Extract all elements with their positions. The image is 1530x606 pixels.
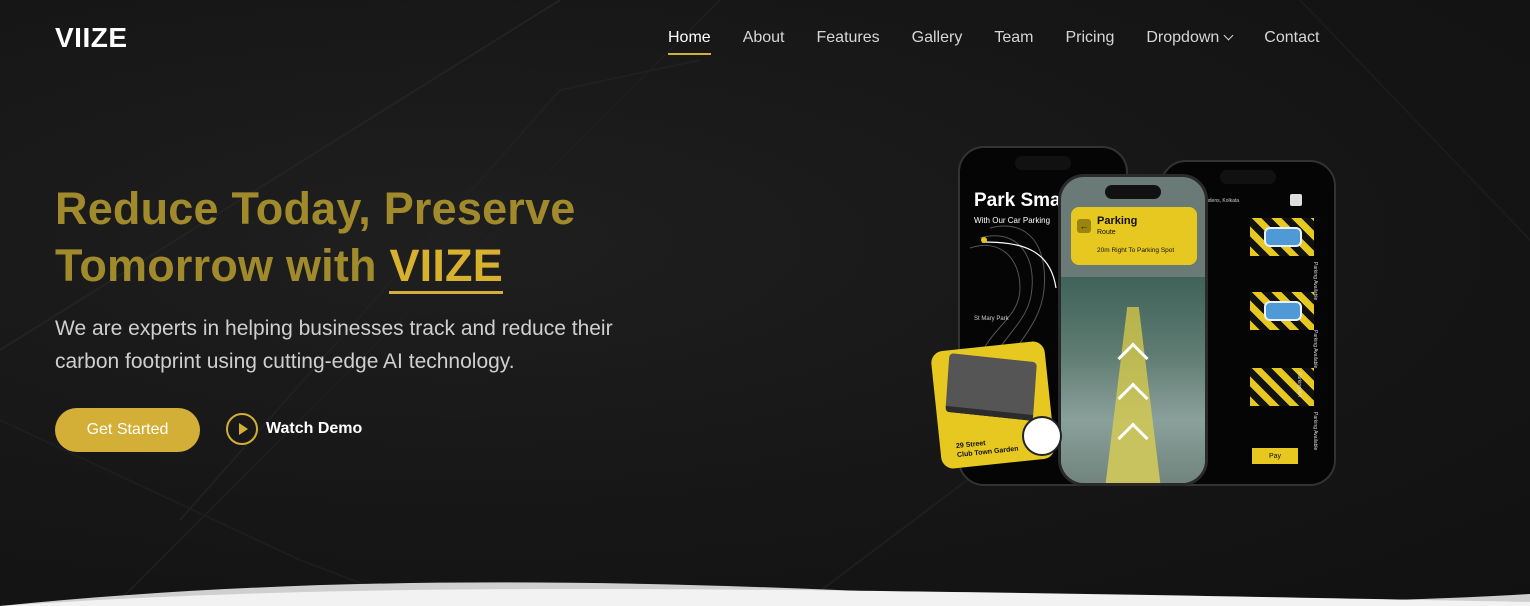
site-logo[interactable]: VIIZE bbox=[55, 22, 128, 54]
phone-notch bbox=[1105, 185, 1161, 199]
hero-subtext: We are experts in helping businesses tra… bbox=[55, 317, 613, 373]
slot-label: Parking Available bbox=[1312, 412, 1318, 451]
watch-demo-label: Watch Demo bbox=[266, 420, 363, 437]
slot-label: Parking Available bbox=[1312, 330, 1318, 369]
nav-item-pricing[interactable]: Pricing bbox=[1065, 29, 1114, 47]
nav-item-team[interactable]: Team bbox=[994, 29, 1033, 47]
lock-icon bbox=[1290, 194, 1302, 206]
car-icon bbox=[1264, 227, 1302, 247]
route-card-subtitle: Route bbox=[1097, 229, 1116, 236]
route-card-title: Parking bbox=[1097, 215, 1138, 227]
nav-item-about[interactable]: About bbox=[743, 29, 785, 47]
navbar: VIIZE Home About Features Gallery Team P… bbox=[0, 0, 1530, 76]
phone-notch bbox=[1220, 170, 1276, 184]
nav-item-dropdown-label: Dropdown bbox=[1146, 29, 1220, 46]
nav-item-features[interactable]: Features bbox=[817, 29, 880, 47]
phone-right-address: udens, Kolkata bbox=[1206, 198, 1240, 204]
watch-demo-button[interactable]: Watch Demo bbox=[226, 413, 362, 445]
app-mockup: Park Sma With Our Car Parking St Mary Pa… bbox=[930, 140, 1350, 490]
get-started-button[interactable]: Get Started bbox=[55, 408, 200, 452]
phone-left-place: St Mary Park bbox=[974, 316, 1009, 322]
nav-item-home[interactable]: Home bbox=[668, 29, 711, 55]
route-card: ← Parking Route 20m Right To Parking Spo… bbox=[1071, 207, 1197, 265]
bottom-wave-divider bbox=[0, 582, 1530, 606]
phone-center: ← Parking Route 20m Right To Parking Spo… bbox=[1058, 174, 1208, 486]
hero-headline: Reduce Today, Preserve Tomorrow with VII… bbox=[55, 180, 575, 294]
nav-item-gallery[interactable]: Gallery bbox=[912, 29, 963, 47]
chevron-down-icon bbox=[1223, 30, 1234, 41]
slot-label: Parking Avl bbox=[1296, 372, 1302, 397]
parking-lot-illustration bbox=[945, 353, 1037, 422]
headline-line-2: Tomorrow with bbox=[55, 240, 390, 291]
car-icon bbox=[1264, 301, 1302, 321]
parking-slot bbox=[1250, 292, 1314, 330]
headline-brand: VIIZE bbox=[389, 243, 503, 294]
nav-menu: Home About Features Gallery Team Pricing… bbox=[668, 29, 1351, 55]
route-card-direction: 20m Right To Parking Spot bbox=[1097, 247, 1175, 254]
back-arrow-icon[interactable]: ← bbox=[1077, 219, 1091, 233]
play-icon bbox=[226, 413, 258, 445]
compass-icon bbox=[1022, 416, 1062, 456]
nav-item-dropdown[interactable]: Dropdown bbox=[1146, 29, 1234, 47]
headline-line-1: Reduce Today, Preserve bbox=[55, 183, 576, 234]
parking-slot bbox=[1250, 368, 1314, 406]
pay-button[interactable]: Pay bbox=[1252, 448, 1298, 464]
parking-slot bbox=[1250, 218, 1314, 256]
nav-item-contact[interactable]: Contact bbox=[1264, 29, 1319, 47]
